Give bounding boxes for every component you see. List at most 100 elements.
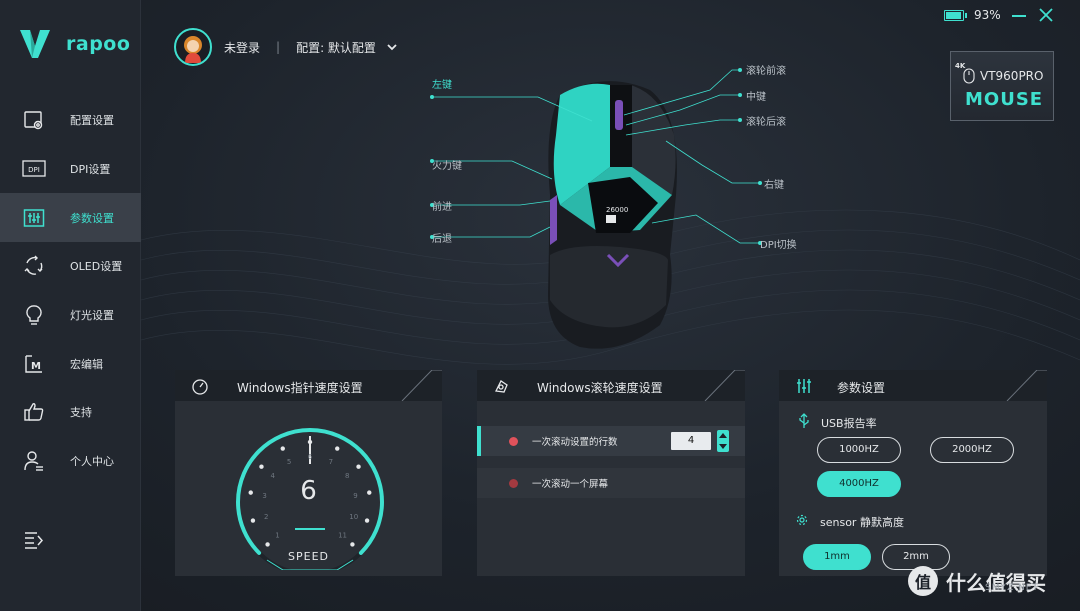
pointer-speed-value: 6 [300,476,317,506]
sidebar-item-user-center[interactable]: 个人中心 [0,437,141,486]
sidebar-item-label: 参数设置 [70,211,114,225]
radio-indicator[interactable] [509,478,518,488]
usb-rate-2000hz-button[interactable]: 2000HZ [930,437,1014,463]
sidebar-item-label: 支持 [70,406,92,420]
gauge-tick-label: 5 [287,458,291,466]
profile-settings-icon [22,108,46,132]
callout-scroll-forward[interactable]: 滚轮前滚 [746,62,786,77]
pointer-speed-label: SPEED [288,550,329,563]
sidebar-item-lighting-settings[interactable]: 灯光设置 [0,291,141,340]
gauge-tick-dot [250,518,256,523]
battery-cap [965,12,967,18]
sidebar-item-label: 配置设置 [70,114,114,128]
sliders-icon [22,206,46,230]
sidebar-item-label: DPI设置 [70,163,111,177]
panel-header: 参数设置 [779,370,1047,401]
usb-rate-4000hz-button[interactable]: 4000HZ [817,471,901,497]
usb-rate-1000hz-button[interactable]: 1000HZ [817,437,901,463]
callout-middle-key[interactable]: 中键 [746,88,766,103]
panel-title: 参数设置 [837,381,886,395]
scroll-lines-input[interactable]: 4 [671,432,711,450]
watermark-logo: 值 [908,566,938,596]
sidebar-item-parameter-settings[interactable]: 参数设置 [0,193,141,243]
scroll-option-lines[interactable]: 一次滚动设置的行数 4 [477,426,745,456]
stepper-arrows-icon[interactable] [717,430,729,452]
callout-scroll-backward[interactable]: 滚轮后滚 [746,113,786,128]
sensor-icon [796,514,808,526]
user-bar: 未登录 | 配置: 默认配置 [174,28,398,66]
brand-logo: rapoo [18,28,130,60]
gauge-tick-dot [364,518,370,523]
sidebar-item-label: 宏编辑 [70,357,103,371]
gauge-tick-label: 7 [329,458,333,466]
usb-report-rate-label: USB报告率 [821,417,877,430]
gauge-tick-dot [350,542,355,547]
header-slant-decoration [401,370,442,401]
battery-fill [946,11,961,19]
macro-icon-text: M [31,361,41,372]
sidebar-item-support[interactable]: 支持 [0,388,141,437]
lift-off-distance-label: sensor 静默高度 [820,516,904,529]
callout-back[interactable]: 后退 [432,230,452,245]
callout-left-key[interactable]: 左键 [432,76,452,91]
panel-title: Windows滚轮速度设置 [537,381,663,395]
user-center-icon [22,449,46,473]
avatar-person-icon [184,36,202,63]
gauge-tick-dot [265,542,270,547]
header-slant-decoration [1006,370,1047,401]
gauge-tick-dot [356,464,361,469]
sliders-icon [797,379,811,393]
usb-icon [799,413,809,428]
callout-right-key[interactable]: 右键 [764,176,784,191]
sidebar-item-oled-settings[interactable]: OLED设置 [0,242,141,291]
brand-name: rapoo [66,33,131,55]
battery-indicator: 93% [944,8,1001,22]
oled-icon [22,254,46,278]
panel-title: Windows指针速度设置 [237,381,363,395]
oled-screen-text: 26000 [606,206,628,214]
callout-dpi-switch[interactable]: DPI切换 [760,236,797,251]
minimize-button[interactable] [1012,15,1026,17]
dpi-icon-text: DPI [28,166,40,174]
lod-1mm-button[interactable]: 1mm [803,544,871,570]
battery-icon [944,9,964,21]
gauge-tick-label: 11 [338,532,347,540]
device-model: VT960PRO [980,69,1044,83]
header-slant-decoration [704,370,745,401]
scroll-speed-panel: Windows滚轮速度设置 一次滚动设置的行数 4 一次滚动一个屏幕 [477,370,745,576]
sidebar-item-macro-editor[interactable]: M 宏编辑 [0,339,141,388]
callout-forward[interactable]: 前进 [432,198,452,213]
device-type: MOUSE [965,89,1044,110]
gauge-tick-dot [259,464,264,469]
device-badge[interactable]: 4K VT960PRO MOUSE [950,51,1054,121]
thumbs-up-icon [22,400,46,424]
login-status[interactable]: 未登录 [224,39,260,56]
sidebar-item-dpi-settings[interactable]: DPI DPI设置 [0,145,141,194]
scroll-wheel-icon [495,380,508,393]
sidebar-item-label: 个人中心 [70,455,114,469]
sidebar: rapoo 配置设置 DPI DPI设置 参数设置 OLED设置 灯光设置 M … [0,0,141,611]
gauge-tick-label: 6 [308,453,313,461]
radio-indicator[interactable] [509,436,518,446]
avatar[interactable] [174,28,212,66]
dpi-icon: DPI [22,157,46,181]
scroll-option-screen[interactable]: 一次滚动一个屏幕 [477,468,745,498]
mouse-icon [963,68,975,84]
sidebar-item-profile-settings[interactable]: 配置设置 [0,96,141,145]
app-window: rapoo 配置设置 DPI DPI设置 参数设置 OLED设置 灯光设置 M … [0,0,1080,611]
config-selector-label[interactable]: 配置: 默认配置 [296,39,376,56]
bulb-icon [22,303,46,327]
panel-header: Windows滚轮速度设置 [477,370,745,401]
scroll-option-label: 一次滚动一个屏幕 [532,479,609,490]
battery-percent: 93% [974,8,1001,22]
callout-fire-key[interactable]: 火力键 [432,157,462,172]
close-icon[interactable] [1038,7,1054,23]
gauge-tick-label: 10 [349,513,358,521]
parameters-panel: 参数设置 USB报告率 1000HZ 2000HZ 4000HZ sensor … [779,370,1047,576]
watermark-url: SMYZ.NET [985,583,1039,593]
gauge-tick-dot [307,439,313,445]
rapoo-logo-icon [20,30,50,58]
pointer-speed-panel: Windows指针速度设置 1 2 3 4 5 6 7 8 9 10 11 6 SPEED [175,370,442,576]
menu-collapse-icon[interactable] [22,528,46,552]
chevron-down-icon[interactable] [386,41,398,53]
